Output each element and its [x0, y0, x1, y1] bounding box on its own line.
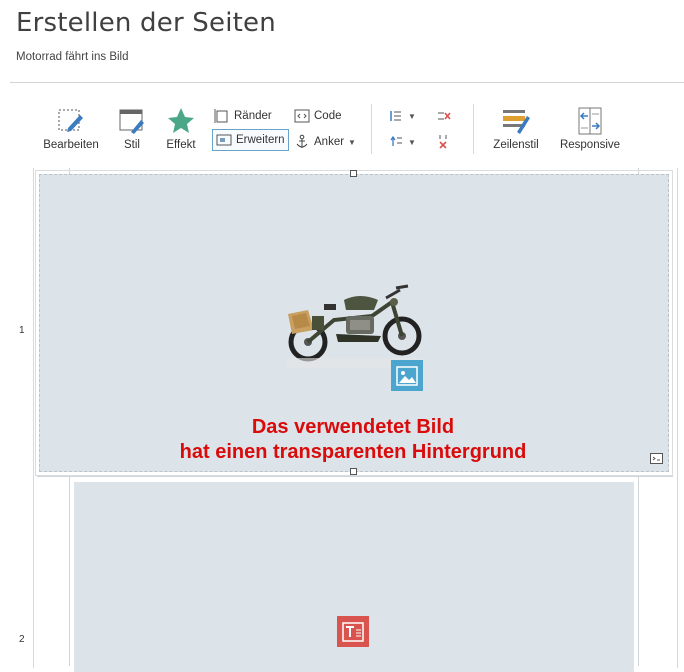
header-divider — [10, 82, 684, 83]
effect-button[interactable]: Effekt — [162, 106, 200, 151]
caption-line-2: hat einen transparenten Hintergrund — [179, 441, 527, 463]
guide-line — [69, 476, 70, 666]
guide-line — [37, 476, 673, 477]
text-badge[interactable] — [337, 616, 369, 647]
row-number: 2 — [19, 634, 25, 645]
motorcycle-image[interactable] — [286, 280, 422, 368]
insert-below-icon — [390, 135, 402, 146]
delete-row-button[interactable] — [436, 108, 452, 124]
resize-handle-bottom[interactable] — [350, 468, 357, 475]
insert-above-icon — [390, 111, 401, 121]
image-icon — [396, 365, 418, 386]
row-number: 1 — [19, 325, 25, 336]
row-style-label: Zeilenstil — [493, 139, 539, 151]
chevron-down-icon: ▼ — [408, 111, 416, 121]
anchor-icon — [296, 134, 308, 148]
anchor-button[interactable]: Anker ▼ — [294, 134, 356, 150]
text-icon — [342, 621, 364, 642]
responsive-button[interactable]: Responsive — [558, 106, 622, 151]
toolbar: Bearbeiten Stil Effekt Ränder Erweitern — [0, 100, 684, 162]
style-button[interactable]: Stil — [114, 106, 150, 151]
expand-label: Erweitern — [236, 134, 285, 146]
code-icon — [294, 109, 310, 123]
toolbar-separator — [371, 104, 372, 154]
insert-row-above-button[interactable]: ▼ — [388, 108, 416, 124]
expand-icon — [216, 134, 232, 146]
delete-row-icon — [438, 112, 451, 120]
responsive-label: Responsive — [559, 139, 621, 151]
page-subtitle: Motorrad fährt ins Bild — [16, 51, 129, 63]
caption-line-1: Das verwendetet Bild — [251, 416, 455, 438]
row-style-icon — [503, 110, 530, 134]
edit-icon — [58, 109, 83, 132]
code-button[interactable]: Code — [294, 108, 342, 124]
row-style-button[interactable]: Zeilenstil — [489, 106, 543, 151]
margins-label: Ränder — [234, 110, 272, 122]
insert-row-below-button[interactable]: ▼ — [388, 134, 416, 150]
edit-button[interactable]: Bearbeiten — [41, 106, 101, 151]
style-label: Stil — [124, 139, 140, 151]
star-icon — [168, 108, 194, 133]
anchor-label: Anker — [314, 136, 345, 148]
responsive-icon — [578, 107, 602, 135]
style-icon — [119, 109, 144, 134]
chevron-down-icon: ▼ — [348, 137, 356, 147]
effect-label: Effekt — [166, 139, 196, 151]
edit-label: Bearbeiten — [43, 139, 99, 151]
delete-column-button[interactable] — [436, 134, 452, 150]
margins-icon — [214, 109, 228, 123]
delete-column-icon — [439, 135, 447, 149]
expand-button[interactable]: Erweitern — [212, 129, 289, 151]
chevron-down-icon: ▼ — [408, 137, 416, 147]
toolbar-separator — [473, 104, 474, 154]
image-badge[interactable] — [391, 360, 423, 391]
code-label: Code — [314, 110, 342, 122]
margins-button[interactable]: Ränder — [214, 108, 272, 124]
page-title: Erstellen der Seiten — [16, 8, 276, 38]
resize-handle-top[interactable] — [350, 170, 357, 177]
row-settings-icon[interactable] — [650, 453, 663, 464]
guide-line — [638, 476, 639, 666]
